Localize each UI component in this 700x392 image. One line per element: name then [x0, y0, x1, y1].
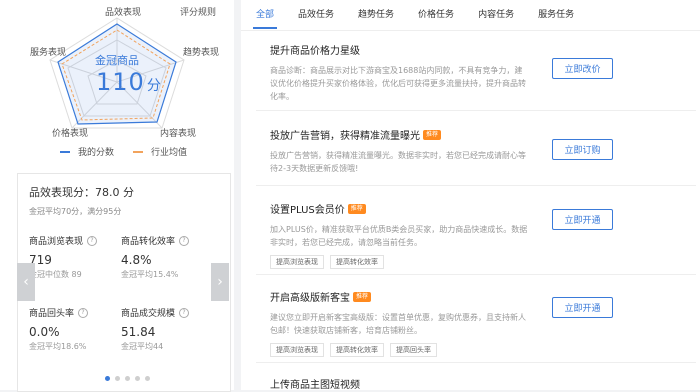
task-tag: 提高浏览表现: [270, 343, 324, 357]
carousel-pagination: [0, 376, 234, 381]
task-divider: [256, 274, 696, 275]
stats-card-title: 品效表现分：78.0 分: [29, 186, 134, 199]
task-divider: [256, 362, 696, 363]
legend-swatch-avg: [133, 150, 143, 153]
task-tag: 提高回头率: [390, 343, 437, 357]
stats-card-subtitle: 金冠平均70分，满分95分: [29, 207, 122, 216]
change-price-button[interactable]: 立即改价: [552, 58, 613, 79]
legend-label-mine: 我的分数: [78, 148, 115, 158]
radar-axis-label-service: 服务表现: [30, 48, 67, 58]
task-description: 加入PLUS价，精准获取平台优质B类会员买家，助力商品快速成长。数据非实时，若您…: [270, 225, 528, 247]
task-item: 开启高级版新客宝 推荐 建议您立即开启新客宝高级版：设置首单优惠，复购优惠券，且支…: [270, 289, 690, 357]
metric-return: 商品回头率? 0.0% 金冠平均18.6%: [29, 306, 89, 352]
carousel-next-button[interactable]: ›: [211, 263, 229, 301]
stats-card: 品效表现分：78.0 分 金冠平均70分，满分95分 商品浏览表现? 719 金…: [17, 173, 231, 392]
tab-all[interactable]: 全部: [252, 0, 278, 30]
legend-item-mine: 我的分数: [60, 145, 114, 158]
help-icon[interactable]: ?: [179, 307, 190, 318]
task-description: 商品诊断：商品展示对比下游商宝及1688站内同款，不具有竞争力，建议优化价格提升…: [270, 66, 526, 101]
tab-content-tasks[interactable]: 内容任务: [478, 0, 514, 30]
task-divider: [256, 110, 696, 111]
task-tags: 提高浏览表现 提高转化效率 提高回头率: [270, 343, 690, 357]
tabs-divider: [241, 30, 700, 31]
carousel-prev-button[interactable]: ‹: [17, 263, 35, 301]
task-tag: 提高浏览表现: [270, 255, 324, 269]
radar-axis-label-effect: 品效表现: [105, 8, 142, 18]
metric-value: 0.0%: [29, 325, 60, 339]
task-tag: 提高转化效率: [330, 343, 384, 357]
activate-now-button[interactable]: 立即开通: [552, 297, 613, 318]
radar-axis-label-price: 价格表现: [52, 129, 89, 139]
task-title: 投放广告营销，获得精准流量曝光: [270, 131, 420, 142]
metric-value: 719: [29, 253, 52, 267]
carousel-dot[interactable]: [144, 376, 150, 381]
task-item: 上传商品主图短视频: [270, 376, 690, 391]
activate-now-button[interactable]: 立即开通: [552, 209, 613, 230]
help-icon[interactable]: ?: [179, 235, 190, 246]
score-number: 110: [96, 68, 145, 96]
tab-price-tasks[interactable]: 价格任务: [418, 0, 454, 30]
recommend-badge: 推荐: [347, 203, 366, 214]
radar-axis-label-trend: 趋势表现: [183, 48, 220, 58]
metric-reference: 金冠平均18.6%: [29, 342, 87, 351]
metric-name: 商品转化效率: [121, 237, 176, 247]
score-value: 110 分: [96, 68, 162, 96]
legend-item-avg: 行业均值: [133, 145, 187, 158]
metric-value: 4.8%: [121, 253, 152, 267]
recommend-badge: 推荐: [423, 129, 442, 140]
task-tabs: 全部 品效任务 趋势任务 价格任务 内容任务 服务任务: [252, 0, 598, 30]
metric-browse: 商品浏览表现? 719 金冠中位数 89: [29, 234, 98, 280]
subscribe-now-button[interactable]: 立即订购: [552, 139, 613, 160]
task-title: 上传商品主图短视频: [270, 380, 360, 391]
metric-reference: 金冠平均44: [121, 342, 164, 351]
legend-swatch-mine: [60, 150, 70, 153]
metric-name: 商品浏览表现: [29, 237, 84, 247]
carousel-dot[interactable]: [104, 376, 110, 381]
task-description: 建议您立即开启新客宝高级版：设置首单优惠，复购优惠券，且支持新人包邮！快速获取店…: [270, 313, 526, 335]
metric-reference: 金冠平均15.4%: [121, 270, 179, 279]
task-title: 提升商品价格力星级: [270, 46, 360, 57]
tab-trend-tasks[interactable]: 趋势任务: [358, 0, 394, 30]
task-title: 开启高级版新客宝: [270, 293, 350, 304]
metric-conversion: 商品转化效率? 4.8% 金冠平均15.4%: [121, 234, 190, 280]
task-description: 投放广告营销，获得精准流量曝光。数据非实时，若您已经完成请耐心等待2-3天数据更…: [270, 151, 526, 173]
tab-service-tasks[interactable]: 服务任务: [538, 0, 574, 30]
task-divider: [256, 185, 696, 186]
task-tags: 提高浏览表现 提高转化效率: [270, 255, 690, 269]
task-panel: 全部 品效任务 趋势任务 价格任务 内容任务 服务任务 提升商品价格力星级 商品…: [241, 0, 700, 391]
score-unit: 分: [146, 78, 162, 94]
legend-label-avg: 行业均值: [151, 148, 188, 158]
task-item: 设置PLUS会员价 推荐 加入PLUS价，精准获取平台优质B类会员买家，助力商品快…: [270, 201, 690, 269]
radar-axis-label-content: 内容表现: [160, 129, 197, 139]
metric-name: 商品成交规模: [121, 309, 176, 319]
carousel-dot[interactable]: [134, 376, 140, 381]
carousel-dot[interactable]: [114, 376, 120, 381]
score-level-label: 金冠商品: [95, 54, 139, 67]
help-icon[interactable]: ?: [78, 307, 89, 318]
metric-value: 51.84: [121, 325, 156, 339]
metric-name: 商品回头率: [29, 309, 75, 319]
scoring-rules-link[interactable]: 评分规则: [180, 5, 216, 18]
left-panel: 品效表现 评分规则 趋势表现 服务表现 价格表现 内容表现 金冠商品 110 分 …: [0, 0, 234, 392]
carousel-dot[interactable]: [124, 376, 130, 381]
task-item: 投放广告营销，获得精准流量曝光 推荐 投放广告营销，获得精准流量曝光。数据非实时，…: [270, 127, 690, 175]
recommend-badge: 推荐: [353, 291, 372, 302]
radar-chart: 品效表现 评分规则 趋势表现 服务表现 价格表现 内容表现 金冠商品 110 分: [0, 0, 234, 145]
task-item: 提升商品价格力星级 商品诊断：商品展示对比下游商宝及1688站内同款，不具有竞争…: [270, 42, 690, 103]
help-icon[interactable]: ?: [87, 235, 98, 246]
task-tag: 提高转化效率: [330, 255, 384, 269]
tab-effect-tasks[interactable]: 品效任务: [298, 0, 334, 30]
metric-reference: 金冠中位数 89: [29, 270, 82, 279]
task-title: 设置PLUS会员价: [270, 205, 345, 216]
metric-gmv: 商品成交规模? 51.84 金冠平均44: [121, 306, 190, 352]
